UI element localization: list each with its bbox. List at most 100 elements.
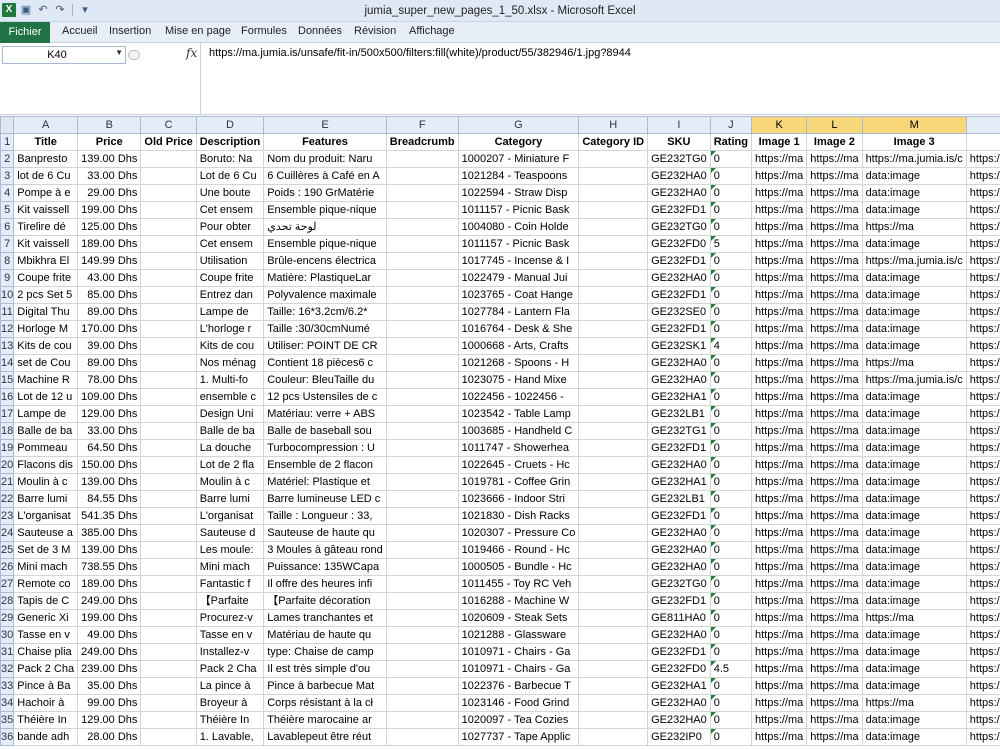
cell-i[interactable]: GE232HA0 [647,167,711,185]
formula-input[interactable]: https://ma.jumia.is/unsafe/fit-in/500x50… [200,43,1000,115]
cell-j[interactable]: 0 [709,456,752,474]
cell-d[interactable]: Barre lumi [195,490,265,508]
cell-j[interactable]: 0 [709,524,752,542]
cell-l[interactable]: https://ma [806,150,863,168]
cell-f[interactable] [385,337,459,355]
cell-n[interactable]: https://www.jumia.ma/hachoir-a-legumes-m… [965,694,1000,712]
cell-g[interactable]: 1021284 - Teaspoons [457,167,580,185]
column-header-i[interactable]: I [647,116,711,134]
cell-l[interactable]: https://ma [806,439,863,457]
cell-e[interactable]: 12 pcs Ustensiles de c [263,388,387,406]
cell-a[interactable]: L'organisat [13,507,79,525]
row-header[interactable]: 31 [0,643,15,661]
cell-j[interactable]: 0 [709,473,752,491]
cell-b[interactable]: 49.00 Dhs [77,626,142,644]
cell-l[interactable]: https://ma [806,303,863,321]
cell-j[interactable]: 0 [709,269,752,287]
cell-i[interactable]: GE232HA0 [647,541,711,559]
cell-l[interactable]: https://ma [806,354,863,372]
cell-d[interactable]: L'organisat [195,507,265,525]
cell-j[interactable]: 0 [709,286,752,304]
cell-m[interactable]: data:image [861,286,967,304]
cell-m[interactable]: data:image [861,660,967,678]
cell-e[interactable]: Balle de baseball sou [263,422,387,440]
cell-h[interactable] [578,286,649,304]
cell-h[interactable] [578,677,649,695]
row-header[interactable]: 12 [0,320,15,338]
cell-l[interactable]: https://ma [806,388,863,406]
cell-i[interactable]: GE232HA1 [647,473,711,491]
cell-b[interactable]: 738.55 Dhs [77,558,142,576]
cell-d[interactable]: Broyeur à [195,694,265,712]
cell-m[interactable]: data:image [861,201,967,219]
cell-b[interactable]: 149.99 Dhs [77,252,142,270]
cell-h[interactable] [578,252,649,270]
cell-j[interactable]: 0 [709,303,752,321]
cell-c[interactable] [140,660,197,678]
column-header-e[interactable]: E [263,116,387,134]
cell-l[interactable]: https://ma [806,609,863,627]
cell-c[interactable] [140,711,197,729]
row-header[interactable]: 18 [0,422,15,440]
column-header-l[interactable]: L [806,116,863,134]
cell-c[interactable] [140,269,197,287]
cell-l[interactable]: https://ma [806,626,863,644]
row-header[interactable]: 8 [0,252,15,270]
cell-m[interactable]: data:image [861,728,967,746]
cell-n[interactable]: https://www.jumia.ma/generic-pompe-a-eau… [965,184,1000,202]
cell-e[interactable]: Ensemble de 2 flacon [263,456,387,474]
cell-g[interactable]: 1016764 - Desk & She [457,320,580,338]
cell-b[interactable]: 28.00 Dhs [77,728,142,746]
cell-j[interactable]: 4 [709,337,752,355]
cell-h[interactable] [578,473,649,491]
cell-i[interactable]: GE232SK1 [647,337,711,355]
cell-n[interactable]: https://www.jumia.ma/generic-set-de-3-mo… [965,541,1000,559]
row-header[interactable]: 13 [0,337,15,355]
cell-c[interactable] [140,184,197,202]
cell-a[interactable]: Barre lumi [13,490,79,508]
cell-m[interactable]: https://ma [861,354,967,372]
cell-l[interactable]: https://ma [806,490,863,508]
cell-i[interactable]: GE232HA0 [647,558,711,576]
cell-k[interactable]: https://ma [750,677,808,695]
cell-c[interactable] [140,439,197,457]
cell-f[interactable] [385,558,459,576]
cell-j[interactable]: 0 [709,405,752,423]
cell-d[interactable]: 1. Multi-fo [195,371,265,389]
cell-m[interactable]: data:image [861,337,967,355]
cell-j[interactable]: 0 [709,201,752,219]
cell-l[interactable]: https://ma [806,643,863,661]
cell-d[interactable]: Mini mach [195,558,265,576]
cell-j[interactable]: 0 [709,422,752,440]
cell-k[interactable]: https://ma [750,728,808,746]
header-cell-k[interactable]: Image 1 [750,133,808,151]
cell-d[interactable]: Lot de 2 fla [195,456,265,474]
cell-b[interactable]: 170.00 Dhs [77,320,142,338]
cell-d[interactable]: Procurez-v [195,609,265,627]
row-header[interactable]: 15 [0,371,15,389]
cell-a[interactable]: Hachoir à [13,694,79,712]
cell-f[interactable] [385,456,459,474]
cell-n[interactable]: https://www.jumia.ma/generic-mini-machin… [965,558,1000,576]
cell-j[interactable]: 0 [709,558,752,576]
cell-a[interactable]: Pince à Ba [13,677,79,695]
cell-d[interactable]: Pack 2 Cha [195,660,265,678]
header-cell-c[interactable]: Old Price [140,133,197,151]
cell-c[interactable] [140,150,197,168]
cell-f[interactable] [385,575,459,593]
cell-e[interactable]: Couleur: BleuTaille du [263,371,387,389]
cell-g[interactable]: 1023542 - Table Lamp [457,405,580,423]
cell-k[interactable]: https://ma [750,167,808,185]
cell-f[interactable] [385,490,459,508]
cell-j[interactable]: 0 [709,388,752,406]
cell-m[interactable]: data:image [861,524,967,542]
column-header-j[interactable]: J [709,116,752,134]
cell-k[interactable]: https://ma [750,303,808,321]
cell-g[interactable]: 1023146 - Food Grind [457,694,580,712]
cell-e[interactable]: Polyvalence maximale [263,286,387,304]
cell-l[interactable]: https://ma [806,167,863,185]
cell-c[interactable] [140,524,197,542]
cell-e[interactable]: Il offre des heures infi [263,575,387,593]
row-header[interactable]: 20 [0,456,15,474]
cell-n[interactable]: https://www.jumia.ma/generic-mbikhra-ele… [965,252,1000,270]
